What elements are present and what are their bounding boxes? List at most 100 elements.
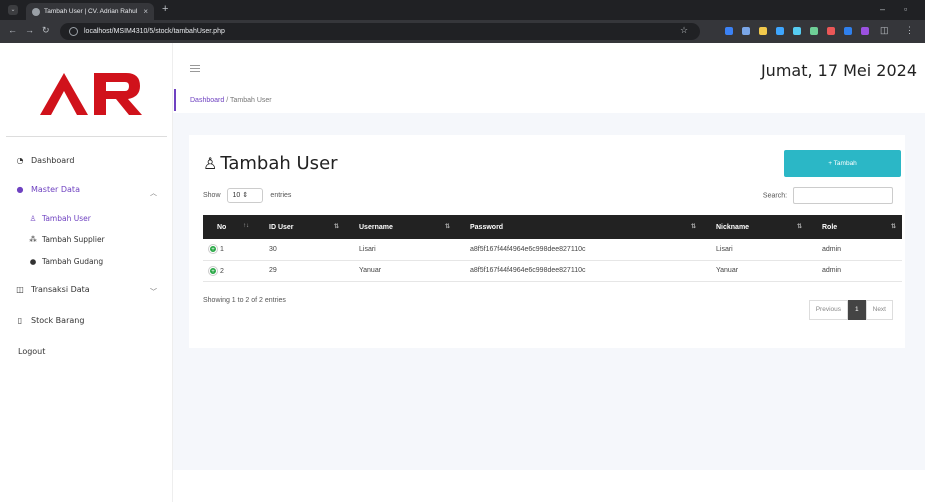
dot-icon: ● — [29, 257, 37, 266]
sidebar-item-logout[interactable]: Logout — [18, 347, 45, 356]
minimize-icon[interactable]: – — [880, 4, 885, 14]
cell-id: 30 — [255, 239, 345, 261]
chevron-down-icon[interactable]: ﹀ — [150, 287, 157, 297]
tab-search-icon[interactable]: ⌄ — [8, 5, 18, 15]
header: Jumat, 17 Mei 2024 Dashboard / Tambah Us… — [173, 43, 925, 113]
address-text: localhost/MSIM4310/5/stock/tambahUser.ph… — [84, 28, 225, 35]
restore-icon[interactable]: ▫ — [904, 4, 907, 14]
user-icon: ♙ — [29, 214, 37, 223]
new-tab-icon[interactable]: + — [162, 3, 168, 15]
extension-icon[interactable] — [725, 27, 733, 35]
sort-icon: ⇅ — [796, 224, 802, 230]
sidebar-item-transaksi-data[interactable]: ◫ Transaksi Data — [14, 285, 90, 294]
back-icon[interactable]: ← — [8, 25, 17, 35]
page-1-button[interactable]: 1 — [848, 300, 866, 320]
table-row: +1 30 Lisari a8f5f167f44f4964e6c998dee82… — [203, 239, 902, 261]
favicon-icon — [32, 8, 40, 16]
show-label: Show — [203, 192, 221, 199]
extension-icon[interactable] — [810, 27, 818, 35]
cell-nickname: Lisari — [702, 239, 808, 261]
sidebar-subitem-tambah-gudang[interactable]: ● Tambah Gudang — [28, 257, 103, 266]
column-header-nickname[interactable]: Nickname ⇅ — [702, 215, 808, 239]
extension-icon[interactable] — [759, 27, 767, 35]
column-header-role[interactable]: Role ⇅ — [808, 215, 902, 239]
extension-icon[interactable] — [776, 27, 784, 35]
main-content: Jumat, 17 Mei 2024 Dashboard / Tambah Us… — [173, 43, 925, 470]
user-card: ♙ Tambah User + Tambah Show 10 ⇕ entries … — [189, 135, 905, 348]
browser-tabbar: ⌄ Tambah User | CV. Adrian Rahul × + – ▫ — [0, 0, 925, 20]
expand-row-icon[interactable]: + — [209, 266, 217, 275]
book-icon: ◫ — [16, 285, 24, 294]
breadcrumb: Dashboard / Tambah User — [190, 97, 272, 104]
sidebar-item-dashboard[interactable]: ◔ Dashboard — [14, 156, 75, 165]
table-row: +2 29 Yanuar a8f5f167f44f4964e6c998dee82… — [203, 260, 902, 282]
cell-role: admin — [808, 239, 902, 261]
current-date: Jumat, 17 Mei 2024 — [760, 61, 917, 80]
cell-no: +2 — [203, 260, 255, 282]
extension-icon[interactable] — [827, 27, 835, 35]
table-info: Showing 1 to 2 of 2 entries — [203, 297, 286, 304]
add-user-button[interactable]: + Tambah — [784, 150, 901, 177]
column-header-no[interactable]: No ↑↓ — [203, 215, 255, 239]
sidebar-subitem-tambah-supplier[interactable]: ⁂ Tambah Supplier — [28, 235, 104, 244]
cell-password: a8f5f167f44f4964e6c998dee827110c — [456, 260, 702, 282]
page-title: ♙ Tambah User — [203, 153, 338, 174]
sort-icon: ⇅ — [690, 224, 696, 230]
logo[interactable] — [8, 53, 166, 123]
sort-icon: ⇅ — [890, 224, 896, 230]
hamburger-menu-icon[interactable] — [190, 65, 200, 74]
cell-nickname: Yanuar — [702, 260, 808, 282]
breadcrumb-current: Tambah User — [229, 97, 272, 104]
cell-role: admin — [808, 260, 902, 282]
document-icon: ▯ — [17, 316, 23, 325]
search-input[interactable] — [793, 187, 893, 204]
profile-icon[interactable]: ⋮ — [905, 25, 914, 36]
browser-tab[interactable]: Tambah User | CV. Adrian Rahul × — [26, 3, 154, 20]
chevron-up-icon[interactable]: ︿ — [150, 188, 157, 198]
previous-page-button[interactable]: Previous — [808, 300, 848, 320]
extension-icon[interactable] — [844, 27, 852, 35]
reload-icon[interactable]: ↻ — [42, 25, 50, 36]
browser-toolbar: ← → ↻ localhost/MSIM4310/5/stock/tambahU… — [0, 20, 925, 43]
sidebar-item-master-data[interactable]: ● Master Data — [14, 185, 80, 194]
sidebar-divider — [6, 136, 167, 137]
column-header-password[interactable]: Password ⇅ — [456, 215, 702, 239]
user-icon: ♙ — [203, 154, 218, 173]
cell-no: +1 — [203, 239, 255, 261]
cell-id: 29 — [255, 260, 345, 282]
extension-icon[interactable] — [793, 27, 801, 35]
column-header-id[interactable]: ID User ⇅ — [255, 215, 345, 239]
address-bar[interactable]: localhost/MSIM4310/5/stock/tambahUser.ph… — [60, 23, 700, 40]
entries-label: entries — [270, 192, 292, 199]
extension-icon[interactable] — [742, 27, 750, 35]
sort-icon: ⇅ — [444, 224, 450, 230]
info-circle-icon: ● — [16, 185, 24, 194]
table-search: Search: — [763, 187, 893, 204]
entries-select[interactable]: 10 ⇕ — [227, 188, 264, 203]
expand-row-icon[interactable]: + — [209, 245, 217, 254]
cell-password: a8f5f167f44f4964e6c998dee827110c — [456, 239, 702, 261]
accent-bar — [174, 89, 176, 111]
pagination: Previous 1 Next — [808, 300, 893, 320]
sort-icon: ⇅ — [333, 224, 339, 230]
sidebar-subitem-tambah-user[interactable]: ♙ Tambah User — [28, 214, 91, 223]
site-info-icon[interactable] — [69, 27, 78, 36]
extension-icon[interactable] — [861, 27, 869, 35]
dashboard-icon: ◔ — [16, 156, 24, 165]
next-page-button[interactable]: Next — [865, 300, 893, 320]
breadcrumb-separator: / — [226, 97, 229, 104]
entries-length: Show 10 ⇕ entries — [203, 188, 291, 203]
forward-icon[interactable]: → — [25, 25, 34, 35]
logo-image — [8, 53, 166, 123]
tab-title: Tambah User | CV. Adrian Rahul — [44, 8, 138, 15]
sidebar-item-stock-barang[interactable]: ▯ Stock Barang — [14, 316, 85, 325]
cell-username: Lisari — [345, 239, 456, 261]
sidebar: ◔ Dashboard ● Master Data ︿ ♙ Tambah User ⁂… — [0, 43, 173, 502]
bookmark-icon[interactable]: ☆ — [680, 25, 688, 36]
users-table: No ↑↓ ID User ⇅ Username ⇅ Password ⇅ Nickna… — [203, 215, 902, 282]
close-icon[interactable]: × — [143, 3, 148, 20]
breadcrumb-dashboard[interactable]: Dashboard — [190, 97, 224, 104]
extensions-puzzle-icon[interactable]: ◫ — [880, 25, 889, 36]
column-header-username[interactable]: Username ⇅ — [345, 215, 456, 239]
users-icon: ⁂ — [29, 235, 37, 244]
